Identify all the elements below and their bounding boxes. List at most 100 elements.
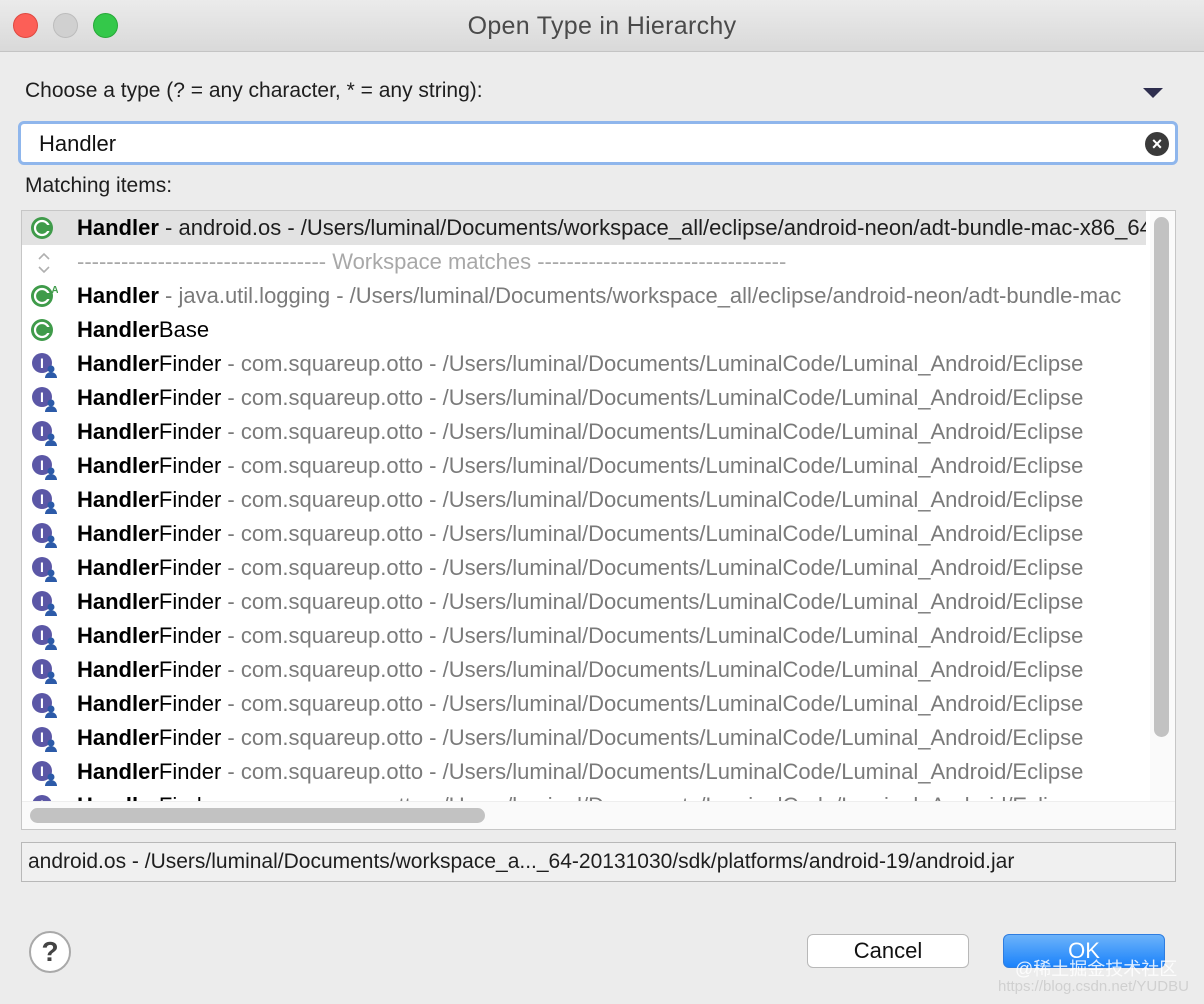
type-name-rest: Finder	[158, 385, 222, 410]
interface-icon: I	[32, 659, 57, 684]
selection-status-bar: android.os - /Users/luminal/Documents/wo…	[21, 842, 1176, 882]
horizontal-scrollbar-thumb[interactable]	[30, 808, 485, 823]
type-name-rest: Finder	[158, 351, 222, 376]
type-name-match: Handler	[77, 351, 159, 376]
type-qualifier: - com.squareup.otto - /Users/luminal/Doc…	[221, 419, 1084, 444]
list-item[interactable]: I HandlerFinder - com.squareup.otto - /Us…	[22, 721, 1146, 755]
type-qualifier: - com.squareup.otto - /Users/luminal/Doc…	[221, 657, 1084, 682]
interface-icon: I	[32, 625, 57, 650]
type-name-match: Handler	[77, 521, 159, 546]
help-button[interactable]: ?	[29, 931, 71, 973]
type-name-rest: Finder	[158, 623, 222, 648]
matching-items-label: Matching items:	[25, 174, 173, 197]
window-title: Open Type in Hierarchy	[467, 12, 737, 40]
list-item[interactable]: I HandlerFinder - com.squareup.otto - /Us…	[22, 789, 1146, 801]
list-item[interactable]: I HandlerFinder - com.squareup.otto - /Us…	[22, 347, 1146, 381]
type-qualifier: - com.squareup.otto - /Users/luminal/Doc…	[221, 589, 1084, 614]
type-name-match: Handler	[77, 385, 159, 410]
type-qualifier: - com.squareup.otto - /Users/luminal/Doc…	[221, 759, 1084, 784]
interface-icon: I	[32, 591, 57, 616]
list-item[interactable]: I HandlerFinder - com.squareup.otto - /Us…	[22, 381, 1146, 415]
type-name-match: Handler	[77, 317, 159, 342]
type-name-match: Handler	[77, 725, 159, 750]
list-item[interactable]: I HandlerFinder - com.squareup.otto - /Us…	[22, 619, 1146, 653]
type-qualifier: - com.squareup.otto - /Users/luminal/Doc…	[221, 453, 1084, 478]
list-item-text: HandlerFinder - com.squareup.otto - /Use…	[77, 755, 1083, 789]
view-menu-icon[interactable]	[1142, 86, 1164, 100]
vertical-scrollbar-thumb[interactable]	[1154, 217, 1169, 737]
title-bar: Open Type in Hierarchy	[0, 0, 1204, 52]
type-name-rest: Finder	[158, 589, 222, 614]
interface-icon: I	[32, 353, 57, 378]
type-qualifier: - com.squareup.otto - /Users/luminal/Doc…	[221, 351, 1084, 376]
type-name-match: Handler	[77, 657, 159, 682]
interface-icon: I	[32, 727, 57, 752]
type-name-match: Handler	[77, 759, 159, 784]
search-input[interactable]	[39, 128, 1119, 160]
type-name-rest: Finder	[158, 725, 222, 750]
svg-text:I: I	[40, 491, 44, 507]
interface-icon: I	[32, 455, 57, 480]
svg-text:I: I	[40, 389, 44, 405]
svg-text:I: I	[40, 695, 44, 711]
type-name-match: Handler	[77, 793, 159, 801]
list-item-text: HandlerFinder - com.squareup.otto - /Use…	[77, 517, 1083, 551]
interface-icon: I	[32, 795, 52, 801]
list-item[interactable]: I HandlerFinder - com.squareup.otto - /Us…	[22, 483, 1146, 517]
list-item[interactable]: I HandlerFinder - com.squareup.otto - /Us…	[22, 585, 1146, 619]
type-name-rest: Finder	[158, 657, 222, 682]
matching-items-list: Handler - android.os - /Users/luminal/Do…	[21, 210, 1176, 830]
watermark-url: https://blog.csdn.net/YUDBU	[998, 978, 1189, 995]
type-name-rest: Finder	[158, 453, 222, 478]
list-item-text: HandlerFinder - com.squareup.otto - /Use…	[77, 381, 1083, 415]
type-qualifier: - com.squareup.otto - /Users/luminal/Doc…	[221, 725, 1084, 750]
svg-text:I: I	[40, 525, 44, 541]
list-rows: Handler - android.os - /Users/luminal/Do…	[22, 211, 1146, 801]
list-item-text: HandlerFinder - com.squareup.otto - /Use…	[77, 347, 1083, 381]
interface-icon: I	[32, 761, 57, 786]
type-name-rest: Finder	[158, 759, 222, 784]
list-item[interactable]: A Handler - java.util.logging - /Users/lu…	[22, 279, 1146, 313]
type-qualifier: - com.squareup.otto - /Users/luminal/Doc…	[221, 521, 1084, 546]
list-item[interactable]: I HandlerFinder - com.squareup.otto - /Us…	[22, 551, 1146, 585]
list-item[interactable]: HandlerBase	[22, 313, 1146, 347]
svg-text:I: I	[40, 763, 44, 779]
type-name-match: Handler	[77, 487, 159, 512]
list-item[interactable]: I HandlerFinder - com.squareup.otto - /Us…	[22, 517, 1146, 551]
type-qualifier: - com.squareup.otto - /Users/luminal/Doc…	[221, 487, 1084, 512]
history-icon	[38, 252, 50, 274]
type-name-rest: Finder	[158, 419, 222, 444]
list-item[interactable]: I HandlerFinder - com.squareup.otto - /Us…	[22, 415, 1146, 449]
list-item-text: HandlerFinder - com.squareup.otto - /Use…	[77, 619, 1083, 653]
type-name-match: Handler	[77, 453, 159, 478]
list-item-text: HandlerFinder - com.squareup.otto - /Use…	[77, 415, 1083, 449]
list-item[interactable]: I HandlerFinder - com.squareup.otto - /Us…	[22, 449, 1146, 483]
list-item[interactable]: I HandlerFinder - com.squareup.otto - /Us…	[22, 687, 1146, 721]
clear-search-icon[interactable]: ×	[1145, 132, 1169, 156]
type-qualifier: - com.squareup.otto - /Users/luminal/Doc…	[221, 691, 1084, 716]
type-qualifier: - java.util.logging - /Users/luminal/Doc…	[158, 283, 1122, 308]
svg-text:I: I	[40, 627, 44, 643]
svg-text:I: I	[40, 355, 44, 371]
list-item[interactable]: I HandlerFinder - com.squareup.otto - /Us…	[22, 755, 1146, 789]
svg-text:I: I	[40, 559, 44, 575]
type-name-match: Handler	[77, 589, 159, 614]
type-name-rest: Base	[158, 317, 210, 342]
workspace-matches-separator: ---------------------------------- Works…	[22, 245, 1146, 279]
cancel-button[interactable]: Cancel	[807, 934, 969, 968]
abstract-class-icon: A	[31, 285, 58, 307]
list-item[interactable]: Handler - android.os - /Users/luminal/Do…	[22, 211, 1146, 245]
list-item[interactable]: I HandlerFinder - com.squareup.otto - /Us…	[22, 653, 1146, 687]
type-name-match: Handler	[77, 419, 159, 444]
list-item-text: HandlerFinder - com.squareup.otto - /Use…	[77, 483, 1083, 517]
type-qualifier: - com.squareup.otto - /Users/luminal/Doc…	[221, 623, 1084, 648]
interface-icon: I	[32, 523, 57, 548]
search-field: ×	[18, 121, 1178, 165]
list-item-text: HandlerBase	[77, 313, 209, 347]
list-item-text: HandlerFinder - com.squareup.otto - /Use…	[77, 551, 1083, 585]
interface-icon: I	[32, 557, 57, 582]
interface-icon: I	[32, 387, 57, 412]
type-name-match: Handler	[77, 691, 159, 716]
svg-text:I: I	[40, 593, 44, 609]
svg-text:I: I	[40, 729, 44, 745]
